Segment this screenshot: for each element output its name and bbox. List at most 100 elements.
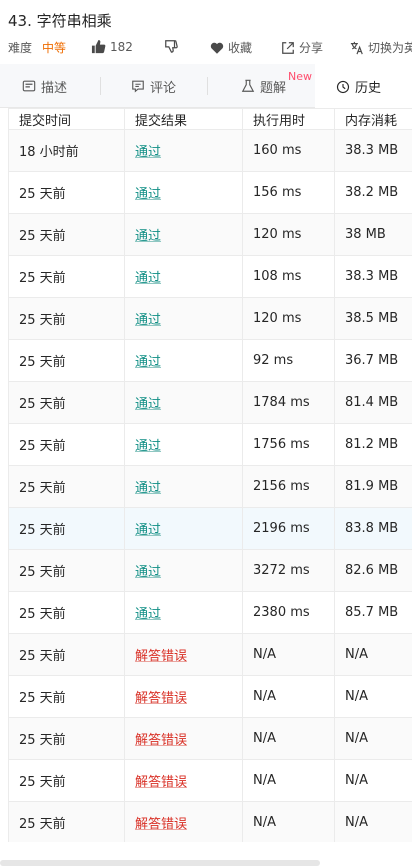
submission-result: 通过 [124,549,243,592]
submissions-table: 提交时间 提交结果 执行用时 内存消耗 18 小时前 通过 160 ms 38.3 M… [8,108,412,842]
submission-time-text: 25 天前 [19,397,66,412]
like-button[interactable]: 182 [91,39,133,54]
tab-description[interactable]: 描述 [22,64,67,108]
table-row: 25 天前 通过 1784 ms 81.4 MB [8,381,412,424]
submission-time: 25 天前 [8,507,125,550]
submission-result-text[interactable]: 通过 [135,313,161,328]
submission-memory: 81.2 MB [334,423,412,466]
submission-result-text[interactable]: 通过 [135,355,161,370]
submission-result-text[interactable]: 通过 [135,229,161,244]
tab-solutions-label: 题解 [260,80,287,96]
header-time[interactable]: 提交时间 [8,108,125,130]
submission-runtime: 2380 ms [242,591,335,634]
submission-runtime-text: N/A [253,773,276,788]
submission-memory-text: 38 MB [345,227,386,242]
submission-runtime-text: 1784 ms [253,395,310,410]
submission-time-text: 25 天前 [19,481,66,496]
submission-result-text[interactable]: 通过 [135,439,161,454]
submission-time: 25 天前 [8,759,125,802]
submission-runtime: 108 ms [242,255,335,298]
header-result[interactable]: 提交结果 [124,108,243,130]
submission-result: 通过 [124,171,243,214]
horizontal-scrollbar[interactable] [0,860,320,866]
table-row: 25 天前 通过 120 ms 38.5 MB [8,297,412,340]
submission-runtime: N/A [242,759,335,802]
submission-runtime: 3272 ms [242,549,335,592]
submission-time-text: 25 天前 [19,355,66,370]
submission-runtime: 1756 ms [242,423,335,466]
submission-memory: N/A [334,675,412,718]
tab-comments[interactable]: 评论 [131,64,176,108]
table-row: 25 天前 通过 1756 ms 81.2 MB [8,423,412,466]
submission-result: 通过 [124,381,243,424]
table-row: 25 天前 解答错误 N/A N/A [8,675,412,718]
submission-result-text[interactable]: 通过 [135,187,161,202]
submission-memory: 83.8 MB [334,507,412,550]
submission-result-text[interactable]: 解答错误 [135,649,187,664]
submission-result: 通过 [124,129,243,172]
submission-memory-text: N/A [345,815,368,830]
table-header: 提交时间 提交结果 执行用时 内存消耗 [8,108,412,130]
header-runtime[interactable]: 执行用时 [242,108,335,130]
submission-time-text: 25 天前 [19,691,66,706]
share-icon [282,41,294,54]
difficulty-label: 难度 [8,41,33,55]
submission-result-text[interactable]: 解答错误 [135,775,187,790]
submission-memory-text: 38.2 MB [345,185,399,200]
share-button[interactable]: 分享 [281,39,323,56]
submission-time-text: 25 天前 [19,187,66,202]
submission-memory-text: N/A [345,647,368,662]
submission-result-text[interactable]: 解答错误 [135,691,187,706]
thumbs-up-icon [91,39,106,54]
table-row: 25 天前 解答错误 N/A N/A [8,717,412,760]
translate-button[interactable]: 切换为英文 [350,39,412,56]
submission-time: 25 天前 [8,213,125,256]
dislike-button[interactable] [164,39,178,53]
submission-memory-text: 85.7 MB [345,605,399,620]
submission-result-text[interactable]: 通过 [135,397,161,412]
header-memory[interactable]: 内存消耗 [334,108,412,130]
submission-result: 通过 [124,423,243,466]
tab-history[interactable]: 历史 [315,64,412,109]
submission-runtime: N/A [242,801,335,842]
submission-time: 25 天前 [8,465,125,508]
submission-runtime-text: 156 ms [253,185,302,200]
submission-result-text[interactable]: 通过 [135,271,161,286]
submission-result: 通过 [124,465,243,508]
share-label: 分享 [299,41,324,55]
submission-memory: 38.5 MB [334,297,412,340]
submission-runtime: 92 ms [242,339,335,382]
submission-time-text: 25 天前 [19,271,66,286]
table-row: 25 天前 通过 3272 ms 82.6 MB [8,549,412,592]
submission-time: 25 天前 [8,801,125,842]
submission-memory-text: 81.4 MB [345,395,399,410]
submission-result-text[interactable]: 通过 [135,523,161,538]
submission-time-text: 25 天前 [19,607,66,622]
submission-runtime: 2196 ms [242,507,335,550]
submission-result: 通过 [124,213,243,256]
difficulty-value: 中等 [42,41,67,55]
table-row: 25 天前 解答错误 N/A N/A [8,801,412,842]
submission-runtime: 2156 ms [242,465,335,508]
submission-memory-text: N/A [345,773,368,788]
submission-time: 25 天前 [8,633,125,676]
table-row: 25 天前 通过 2156 ms 81.9 MB [8,465,412,508]
submission-memory-text: 83.8 MB [345,521,399,536]
submission-time: 25 天前 [8,171,125,214]
tab-solutions[interactable]: 题解 New [241,64,312,108]
submission-time-text: 18 小时前 [19,145,79,160]
submission-runtime-text: 3272 ms [253,563,310,578]
submission-time: 25 天前 [8,297,125,340]
submission-time-text: 25 天前 [19,733,66,748]
submission-result-text[interactable]: 通过 [135,145,161,160]
submission-result-text[interactable]: 解答错误 [135,733,187,748]
submission-result-text[interactable]: 解答错误 [135,817,187,832]
table-row: 25 天前 通过 156 ms 38.2 MB [8,171,412,214]
submission-result-text[interactable]: 通过 [135,481,161,496]
favorite-button[interactable]: 收藏 [210,39,252,56]
submission-result-text[interactable]: 通过 [135,607,161,622]
submission-runtime: N/A [242,633,335,676]
problem-title: 43. 字符串相乘 [8,12,112,30]
submission-result-text[interactable]: 通过 [135,565,161,580]
submission-memory: N/A [334,633,412,676]
